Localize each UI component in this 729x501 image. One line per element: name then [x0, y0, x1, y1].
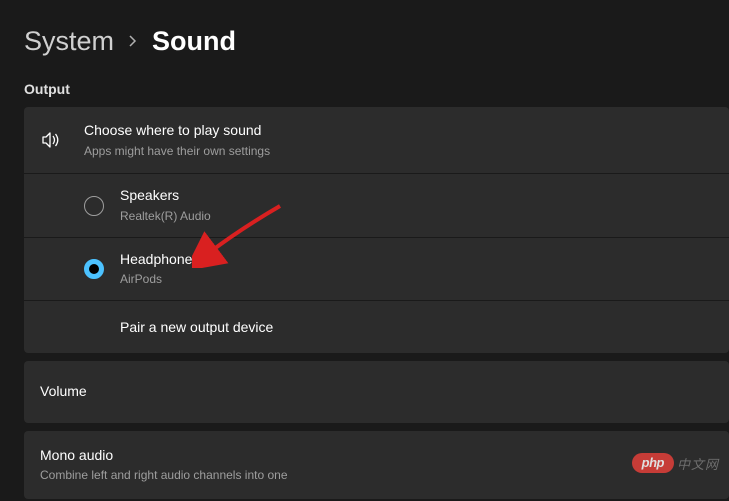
- choose-output-header[interactable]: Choose where to play sound Apps might ha…: [24, 107, 729, 173]
- radio-speakers[interactable]: [84, 196, 104, 216]
- device-name: Speakers: [120, 186, 713, 206]
- device-name: Headphones: [120, 250, 713, 270]
- mono-audio-card[interactable]: Mono audio Combine left and right audio …: [24, 431, 729, 499]
- watermark: php 中文网: [632, 453, 719, 473]
- breadcrumb-current: Sound: [152, 26, 236, 57]
- breadcrumb-parent[interactable]: System: [24, 26, 114, 57]
- radio-headphones[interactable]: [84, 259, 104, 279]
- chevron-right-icon: [128, 32, 138, 52]
- choose-output-subtitle: Apps might have their own settings: [84, 143, 713, 160]
- device-detail: Realtek(R) Audio: [120, 208, 713, 225]
- volume-card[interactable]: Volume: [24, 361, 729, 423]
- watermark-brand: php: [632, 453, 674, 473]
- pair-label: Pair a new output device: [120, 319, 273, 335]
- device-detail: AirPods: [120, 271, 713, 288]
- watermark-text: 中文网: [677, 454, 719, 473]
- output-section-label: Output: [0, 75, 729, 107]
- output-device-speakers[interactable]: Speakers Realtek(R) Audio: [24, 174, 729, 236]
- volume-label: Volume: [40, 382, 713, 402]
- output-device-headphones[interactable]: Headphones AirPods: [24, 238, 729, 300]
- breadcrumb: System Sound: [0, 0, 729, 75]
- pair-new-output-device[interactable]: Pair a new output device: [24, 301, 729, 353]
- choose-output-title: Choose where to play sound: [84, 121, 713, 141]
- mono-title: Mono audio: [40, 446, 713, 466]
- volume-icon: [40, 130, 62, 150]
- mono-subtitle: Combine left and right audio channels in…: [40, 467, 713, 484]
